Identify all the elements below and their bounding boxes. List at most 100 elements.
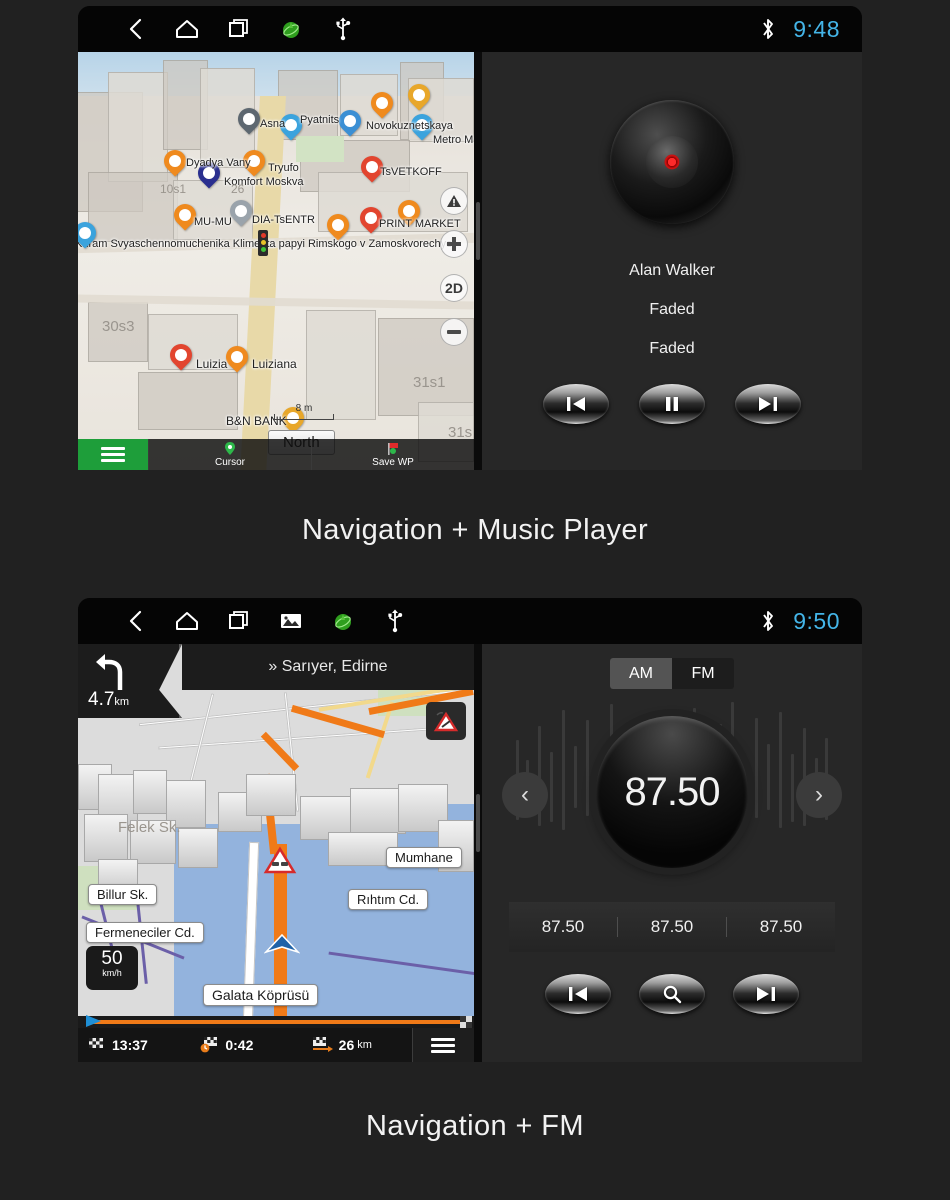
map-label: DIA-TsENTR — [252, 214, 315, 226]
chevron-left-icon[interactable]: ‹ — [502, 772, 548, 818]
search-icon — [663, 985, 682, 1004]
zoom-in-icon[interactable] — [440, 230, 468, 258]
fm-radio-panel: AM FM ‹ › 87.50 87.50 87.50 87.50 — [482, 644, 862, 1062]
map-pin[interactable] — [159, 145, 191, 179]
usb-icon[interactable] — [330, 16, 356, 42]
map-label: Asna — [260, 118, 286, 130]
seek-down-button[interactable] — [545, 974, 611, 1014]
recents-icon[interactable] — [226, 16, 252, 42]
map-label: Metro M — [433, 134, 474, 146]
home-icon[interactable] — [174, 608, 200, 634]
map-label: 26 — [231, 182, 245, 196]
scrollbar-thumb[interactable] — [476, 202, 480, 260]
map-label: Luiziana — [252, 357, 297, 371]
speed-value: 50 — [101, 948, 123, 969]
map-pin[interactable] — [165, 339, 197, 373]
tab-am[interactable]: AM — [610, 658, 672, 689]
preset-item[interactable]: 87.50 — [509, 917, 617, 937]
scrollbar-thumb[interactable] — [476, 794, 480, 852]
map-menu-button[interactable] — [411, 1028, 474, 1062]
navigation-map-1[interactable]: Asna Pyatnits Novokuznetskaya Metro M Dy… — [78, 52, 474, 470]
back-icon[interactable] — [122, 608, 148, 634]
map-pin[interactable] — [366, 87, 398, 121]
preset-list: 87.50 87.50 87.50 — [509, 902, 835, 952]
pane-divider-2[interactable] — [474, 644, 482, 1062]
unit-body-2: 4.7km » Sarıyer, Edirne Felek Sk. Billur… — [78, 644, 862, 1062]
player-transport-bar — [482, 384, 862, 424]
seek-up-button[interactable] — [733, 974, 799, 1014]
map-label: Felek Sk. — [118, 819, 181, 836]
map-pin[interactable] — [169, 199, 201, 233]
pause-button[interactable] — [639, 384, 705, 424]
speed-limit-indicator: 50 km/h — [86, 946, 138, 990]
track-title: Faded — [649, 301, 695, 318]
map-scale: 8 m — [274, 403, 334, 420]
remaining-time-value: 0:42 — [225, 1037, 254, 1053]
bluetooth-icon[interactable] — [755, 16, 781, 42]
caption-navigation-music: Navigation + Music Player — [301, 514, 649, 546]
map-pin[interactable] — [225, 195, 257, 229]
map-label: Pyatnits — [300, 114, 340, 126]
traffic-warning-icon[interactable] — [426, 702, 466, 740]
map-pin[interactable] — [334, 105, 366, 139]
map-label: MU-MU — [194, 216, 232, 228]
map-pin[interactable] — [233, 103, 265, 137]
warning-icon[interactable] — [440, 187, 468, 215]
chevron-right-icon[interactable]: › — [796, 772, 842, 818]
bluetooth-icon[interactable] — [755, 608, 781, 634]
navigation-map-2[interactable]: 4.7km » Sarıyer, Edirne Felek Sk. Billur… — [78, 644, 474, 1062]
gps-icon[interactable] — [330, 608, 356, 634]
vehicle-position-icon — [264, 934, 300, 954]
destination-flag-icon — [460, 1016, 472, 1028]
map-cursor-button[interactable]: Cursor — [148, 439, 311, 470]
pane-divider-1[interactable] — [474, 52, 482, 470]
map-label: 10s1 — [160, 182, 187, 196]
preset-item[interactable]: 87.50 — [617, 917, 726, 937]
scan-button[interactable] — [639, 974, 705, 1014]
next-track-button[interactable] — [735, 384, 801, 424]
arrival-time-cell: 13:37 — [78, 1037, 189, 1053]
remaining-distance-cell: 26 km — [301, 1037, 412, 1053]
route-progress-bar[interactable] — [78, 1015, 474, 1028]
track-album: Faded — [649, 340, 695, 357]
map-label: Tryufo — [268, 162, 299, 174]
street-label: Rıhtım Cd. — [348, 889, 429, 910]
turn-left-arrow-icon — [96, 654, 123, 690]
status-bar-nav-icons-2 — [122, 608, 408, 634]
map-park — [296, 136, 344, 162]
hamburger-menu-icon — [431, 1035, 456, 1056]
map-menu-button[interactable] — [78, 439, 148, 470]
map-pin[interactable] — [78, 217, 101, 251]
caption-navigation-fm: Navigation + FM — [366, 1110, 584, 1142]
map-scale-bar — [274, 414, 334, 420]
map-pin[interactable] — [221, 341, 253, 375]
preset-item[interactable]: 87.50 — [726, 917, 835, 937]
frequency-dial[interactable]: 87.50 — [596, 716, 748, 868]
map-label: 30s3 — [102, 318, 135, 335]
status-bar-clock: 9:50 — [793, 607, 840, 634]
tab-fm[interactable]: FM — [672, 658, 734, 689]
map-building — [138, 372, 238, 430]
home-icon[interactable] — [174, 16, 200, 42]
recents-icon[interactable] — [226, 608, 252, 634]
distance-flag-icon — [312, 1037, 333, 1052]
usb-icon[interactable] — [382, 608, 408, 634]
street-label: Galata Köprüsü — [203, 984, 319, 1006]
map-pin[interactable] — [403, 79, 435, 113]
screenshot-icon[interactable] — [278, 608, 304, 634]
zoom-out-icon[interactable] — [440, 318, 468, 346]
map-2d-toggle[interactable]: 2D — [440, 274, 468, 302]
map-save-wp-button[interactable]: Save WP — [311, 439, 474, 470]
track-artist: Alan Walker — [629, 262, 715, 279]
previous-track-button[interactable] — [543, 384, 609, 424]
status-bar-right-2: 9:50 — [755, 608, 840, 635]
map-building — [178, 828, 218, 868]
map-label: 31s1 — [413, 374, 446, 391]
album-art-disc[interactable] — [610, 100, 734, 224]
traffic-jam-warning-icon — [263, 846, 297, 874]
back-icon[interactable] — [122, 16, 148, 42]
map-scale-label: 8 m — [295, 403, 313, 414]
hamburger-menu-icon — [101, 444, 125, 465]
gps-icon[interactable] — [278, 16, 304, 42]
traffic-light-icon — [258, 230, 268, 256]
